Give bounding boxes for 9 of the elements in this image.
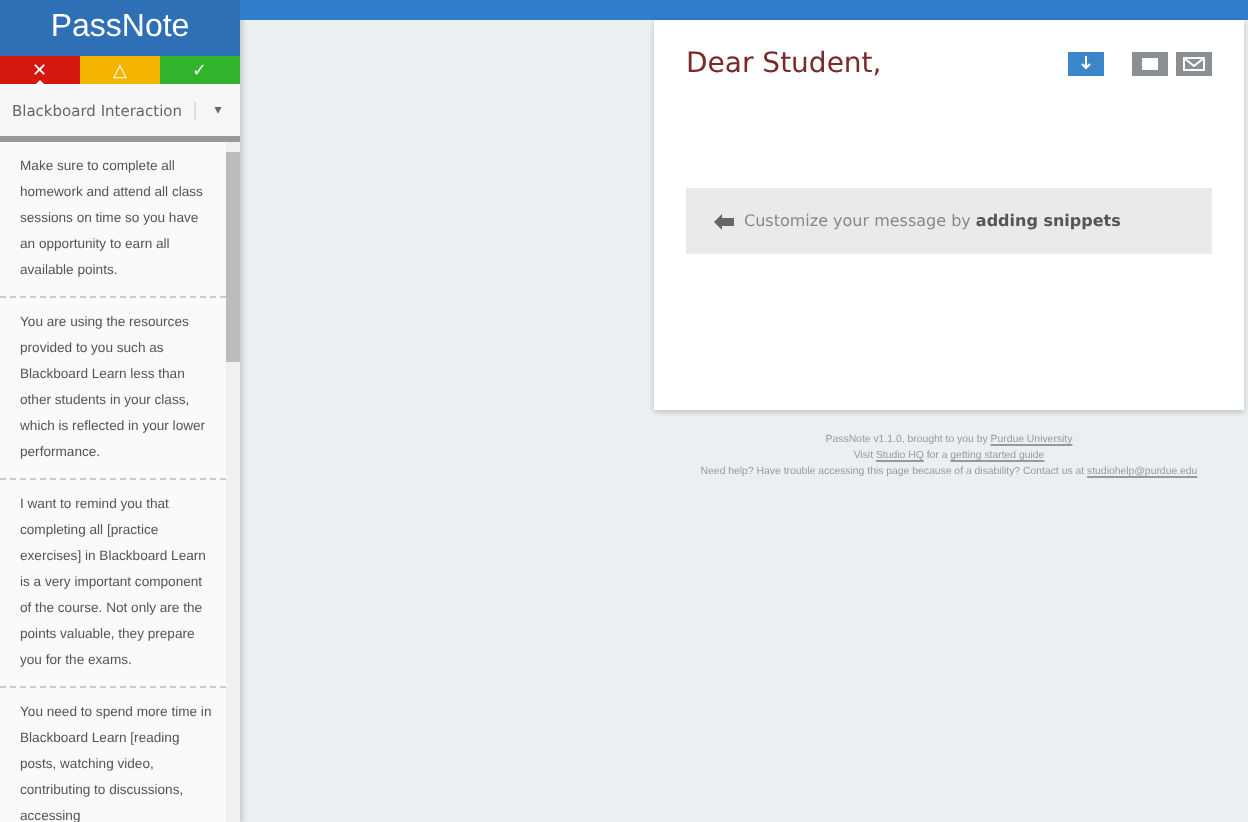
filter-tab[interactable]: ✓ (160, 56, 240, 84)
filter-tab[interactable]: ✕ (0, 56, 80, 84)
mail-icon[interactable] (1176, 52, 1212, 76)
greeting-text: Dear Student, (686, 48, 882, 80)
logo: PassNote (50, 10, 190, 46)
download-icon[interactable] (1068, 52, 1104, 76)
print-icon[interactable] (1132, 52, 1168, 76)
left-arrow-icon (714, 213, 734, 229)
hint-text: Customize your message by adding snippets (744, 212, 1121, 230)
